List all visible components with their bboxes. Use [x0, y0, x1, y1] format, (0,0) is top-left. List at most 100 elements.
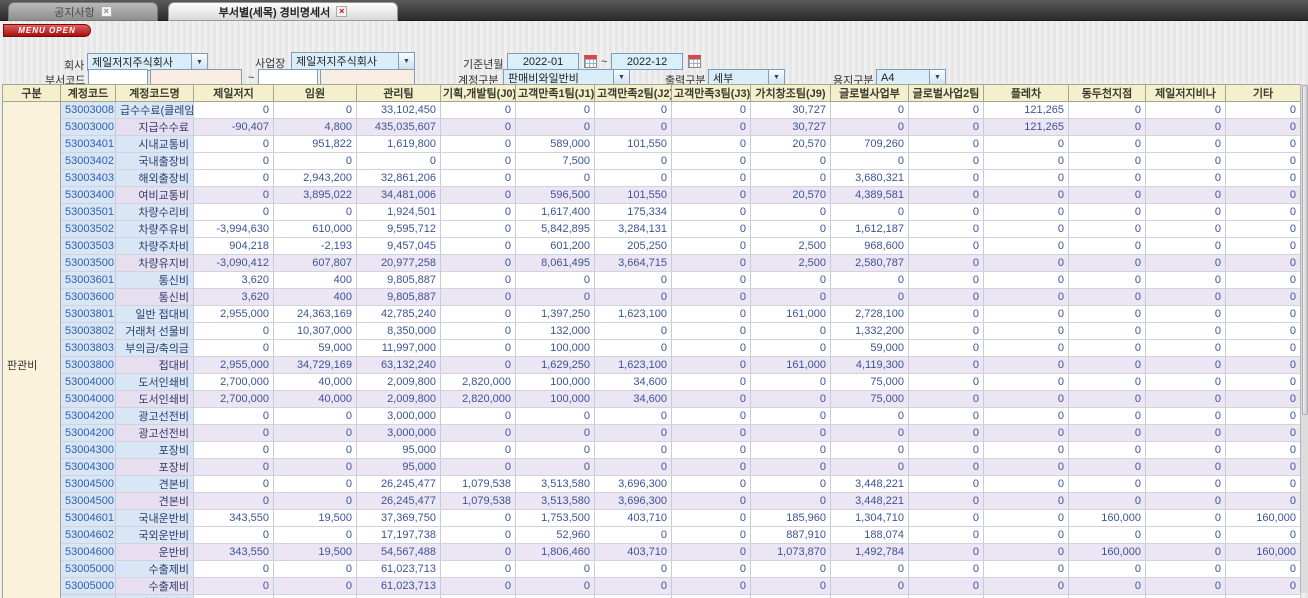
amount-cell: 0: [983, 594, 1069, 598]
table-row[interactable]: 53003401 시내교통비 0 951,822 1,619,800 0 589,000 10…: [3, 135, 1301, 153]
table-row[interactable]: 53003000 지급수수료 -90,407 4,800 435,035,607 0 0 0 0…: [3, 118, 1301, 136]
vertical-scrollbar[interactable]: [1300, 84, 1308, 593]
table-row[interactable]: 53004300 포장비 0 0 95,000 0 0 0 0 0 0 0 0 0 0 0: [3, 441, 1301, 459]
table-row[interactable]: 53004500 견본비 0 0 26,245,477 1,079,538 3,513,58…: [3, 492, 1301, 510]
amount-cell: 34,600: [594, 390, 672, 408]
amount-cell: 0: [983, 220, 1069, 238]
table-row[interactable]: 53003803 부의금/축의금 0 59,000 11,997,000 0 100,000…: [3, 339, 1301, 357]
amount-cell: 0: [440, 271, 516, 289]
table-row[interactable]: 53004200 광고선전비 0 0 3,000,000 0 0 0 0 0 0 0 0 0 0 0: [3, 407, 1301, 425]
amount-cell: 0: [750, 373, 831, 391]
chevron-down-icon[interactable]: ▼: [191, 54, 207, 70]
table-row[interactable]: 53003503 차량주차비 904,218 -2,193 9,457,045 0 601,…: [3, 237, 1301, 255]
amount-cell: 0: [1068, 101, 1146, 119]
amount-cell: 0: [1145, 594, 1226, 598]
table-row[interactable]: 53003600 통신비 3,620 400 9,805,887 0 0 0 0 0 0 0 0 0 0 0: [3, 288, 1301, 306]
table-row[interactable]: 53004601 국내운반비 343,550 19,500 37,369,750 0 1,7…: [3, 509, 1301, 527]
column-header[interactable]: 고객만족1팀(J1): [515, 84, 595, 102]
table-row[interactable]: 53004000 도서인쇄비 2,700,000 40,000 2,009,800 2,8…: [3, 390, 1301, 408]
table-row[interactable]: 53003802 거래처 선물비 0 10,307,000 8,350,000 0 132,…: [3, 322, 1301, 340]
amount-cell: 0: [193, 135, 274, 153]
chevron-down-icon[interactable]: ▼: [768, 70, 784, 85]
table-row[interactable]: 53005000 수출제비 0 0 61,023,713 0 0 0 0 0 0 0 0 0 0 0: [3, 577, 1301, 595]
scrollbar-thumb[interactable]: [1302, 85, 1308, 415]
amount-cell: 0: [1145, 169, 1226, 187]
table-row[interactable]: 53004300 포장비 0 0 95,000 0 0 0 0 0 0 0 0 0 0 0: [3, 458, 1301, 476]
table-row[interactable]: 53003502 차량주유비 -3,994,630 610,000 9,595,712 0…: [3, 220, 1301, 238]
table-row[interactable]: 53003601 통신비 3,620 400 9,805,887 0 0 0 0 0 0 0 0 0 0 0: [3, 271, 1301, 289]
table-row[interactable]: 53004000 도서인쇄비 2,700,000 40,000 2,009,800 2,8…: [3, 373, 1301, 391]
period-to-input[interactable]: 2022-12: [611, 53, 683, 70]
tab-close-icon[interactable]: ×: [100, 6, 112, 17]
column-header[interactable]: 임원: [273, 84, 357, 102]
table-row[interactable]: 53003801 일반 접대비 2,955,000 24,363,169 42,785,…: [3, 305, 1301, 323]
amount-cell: 0: [1225, 237, 1301, 255]
table-row[interactable]: 53003403 해외출장비 0 2,943,200 32,861,206 0 0 0 0 0 3,…: [3, 169, 1301, 187]
account-code-cell: 53004602: [60, 526, 116, 544]
column-header[interactable]: 고객만족2팀(J2): [594, 84, 672, 102]
amount-cell: 0: [1145, 305, 1226, 323]
amount-cell: 0: [515, 441, 595, 459]
amount-cell: 887,910: [750, 526, 831, 544]
chevron-down-icon[interactable]: ▼: [929, 70, 945, 85]
column-header[interactable]: 계정코드: [60, 84, 116, 102]
account-code-cell: 53005000: [60, 577, 116, 595]
amount-cell: -90,407: [193, 118, 274, 136]
tab-close-icon[interactable]: ×: [336, 6, 348, 17]
column-header[interactable]: 동두천지점: [1068, 84, 1146, 102]
column-header[interactable]: 계정코드명: [115, 84, 194, 102]
column-header[interactable]: 기타: [1225, 84, 1301, 102]
table-row[interactable]: 53004500 견본비 0 0 26,245,477 1,079,538 3,513,58…: [3, 475, 1301, 493]
table-row[interactable]: 53003402 국내출장비 0 0 0 0 7,500 0 0 0 0 0 0 0 0 0: [3, 152, 1301, 170]
amount-cell: 0: [193, 407, 274, 425]
amount-cell: 2,700,000: [193, 373, 274, 391]
amount-cell: 0: [594, 594, 672, 598]
table-row[interactable]: 53004200 광고선전비 0 0 3,000,000 0 0 0 0 0 0 0 0 0 0 0: [3, 424, 1301, 442]
table-row[interactable]: 53005000 수출제비 0 0 61,023,713 0 0 0 0 0 0 0 0 0 0 0: [3, 560, 1301, 578]
amount-cell: 0: [1145, 271, 1226, 289]
amount-cell: 0: [671, 288, 751, 306]
table-row[interactable]: 53003800 접대비 2,955,000 34,729,169 63,132,240…: [3, 356, 1301, 374]
amount-cell: 0: [983, 390, 1069, 408]
tab-expense-report[interactable]: 부서별(세목) 경비명세서 ×: [168, 2, 398, 21]
calendar-icon[interactable]: [688, 55, 701, 68]
site-select[interactable]: 제일저지주식회사 ▼: [291, 52, 415, 70]
table-row[interactable]: 53004602 국외운반비 0 0 17,197,738 0 52,960 0 0 887,91…: [3, 526, 1301, 544]
amount-cell: 0: [1145, 543, 1226, 561]
calendar-icon[interactable]: [584, 55, 597, 68]
column-header[interactable]: 제일저지: [193, 84, 274, 102]
table-row[interactable]: 53004600 운반비 343,550 19,500 54,567,488 0 1,806…: [3, 543, 1301, 561]
column-header[interactable]: 제일저지비나: [1145, 84, 1226, 102]
table-row[interactable]: 53005602인력개발비002,400,00000000000000: [3, 594, 1301, 598]
column-header[interactable]: 플레차: [983, 84, 1069, 102]
column-header[interactable]: 관리팀: [356, 84, 441, 102]
table-row[interactable]: 판관비 53003008 급수수료(클레임) 0 0 33,102,450 0 0 0 0 30,7…: [2, 101, 1301, 598]
chevron-down-icon[interactable]: ▼: [398, 53, 414, 69]
table-row[interactable]: 53003400 여비교통비 0 3,895,022 34,481,006 0 596,50…: [3, 186, 1301, 204]
tab-notice[interactable]: 공지사항 ×: [8, 2, 158, 21]
table-row[interactable]: 53003500 차량유지비 -3,090,412 607,807 20,977,258…: [3, 254, 1301, 272]
amount-cell: 0: [193, 339, 274, 357]
amount-cell: 0: [440, 407, 516, 425]
amount-cell: 0: [594, 101, 672, 119]
account-code-cell: 53003403: [60, 169, 116, 187]
amount-cell: 0: [830, 424, 909, 442]
menu-open-button[interactable]: MENU OPEN: [3, 24, 91, 37]
amount-cell: 9,457,045: [356, 237, 441, 255]
amount-cell: 100,000: [515, 339, 595, 357]
column-header[interactable]: 고객만족3팀(J3): [671, 84, 751, 102]
column-header[interactable]: 구분: [2, 84, 61, 102]
amount-cell: 0: [515, 118, 595, 136]
amount-cell: 0: [440, 441, 516, 459]
column-header[interactable]: 가치창조팀(J9): [750, 84, 831, 102]
amount-cell: 0: [594, 424, 672, 442]
period-from-input[interactable]: 2022-01: [507, 53, 579, 70]
amount-cell: 709,260: [830, 135, 909, 153]
chevron-down-icon[interactable]: ▼: [613, 70, 629, 85]
amount-cell: 435,035,607: [356, 118, 441, 136]
amount-cell: 0: [750, 407, 831, 425]
table-row[interactable]: 53003501 차량수리비 0 0 1,924,501 0 1,617,400 175,33…: [3, 203, 1301, 221]
column-header[interactable]: 기획,개발팀(J0): [440, 84, 516, 102]
column-header[interactable]: 글로벌사업부: [830, 84, 909, 102]
column-header[interactable]: 글로벌사업2팀: [908, 84, 984, 102]
